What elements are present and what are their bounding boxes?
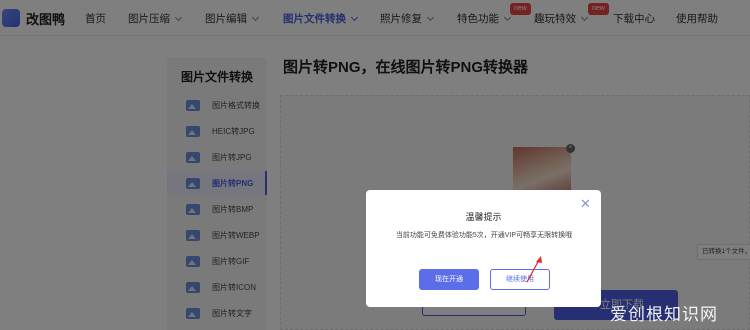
arrow-head (536, 256, 542, 263)
watermark: 爱创根知识网 (610, 305, 718, 324)
arrow-shaft (526, 259, 540, 283)
annotation-arrow-icon (526, 256, 542, 283)
